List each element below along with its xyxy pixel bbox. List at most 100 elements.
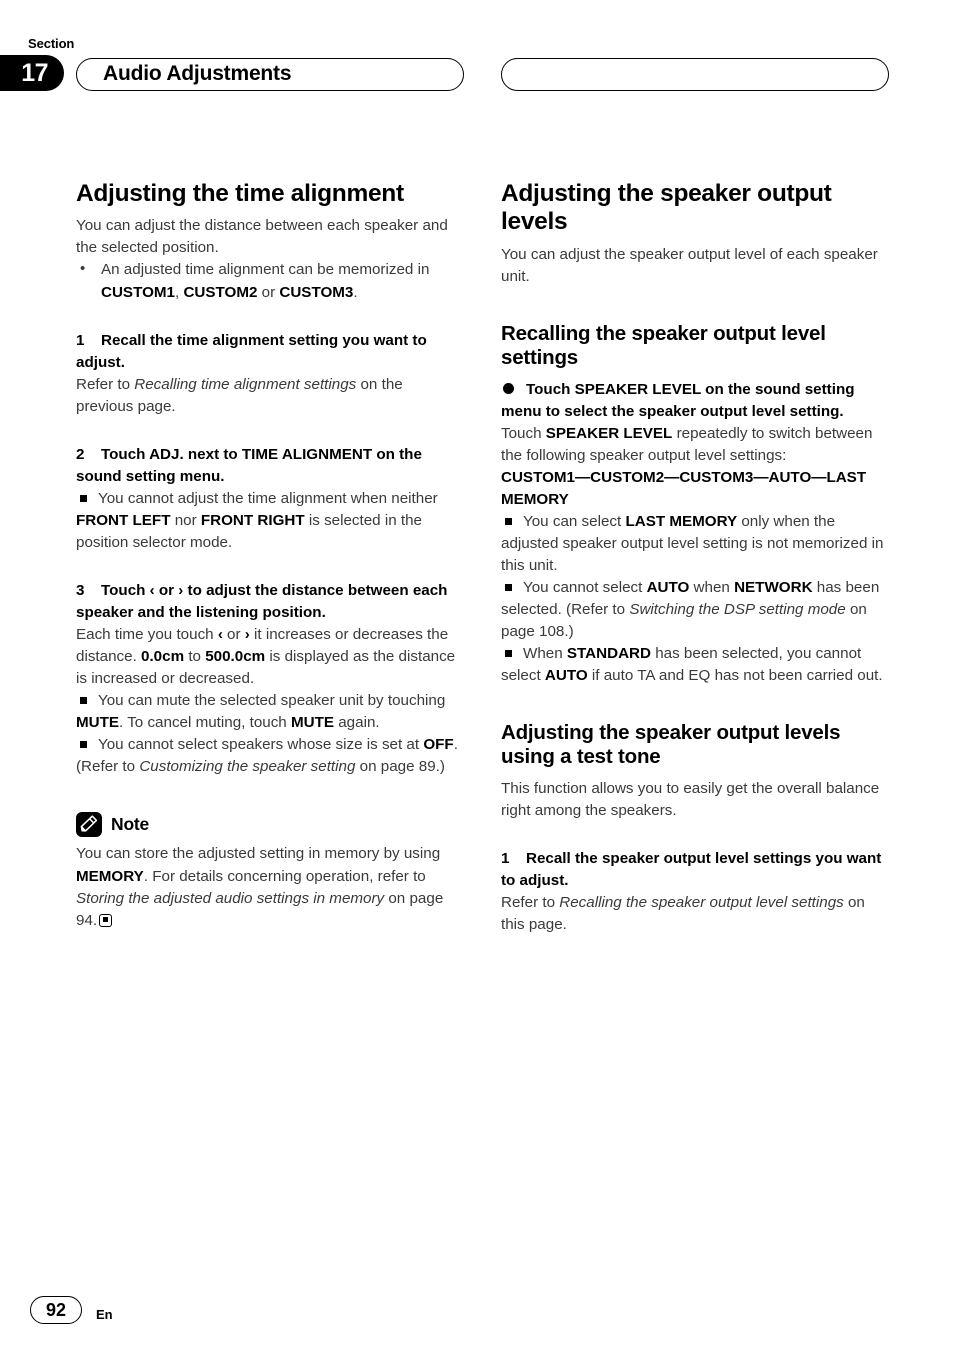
last-memory-term: LAST MEMORY <box>625 513 738 531</box>
range-separator: to <box>184 647 206 665</box>
note-pre-text: You cannot adjust the time alignment whe… <box>98 489 438 507</box>
note-pre-text: You cannot select speakers whose size is… <box>98 736 424 754</box>
section-label: Section <box>28 36 75 51</box>
step-body-pre: Refer to <box>76 375 135 393</box>
note-pre-text: You cannot select <box>523 579 647 597</box>
list-item: You can mute the selected speaker unit b… <box>76 690 460 734</box>
note-pre-text: You can select <box>523 513 626 531</box>
chapter-title: Audio Adjustments <box>103 62 292 85</box>
cross-reference-italic: Switching the DSP setting mode <box>629 601 846 619</box>
list-item: You cannot select speakers whose size is… <box>76 734 460 778</box>
square-bullet-icon <box>505 518 512 526</box>
page-header: Section 17 Audio Adjustments <box>0 0 954 130</box>
left-step-2-notes: You cannot adjust the time alignment whe… <box>76 488 460 554</box>
square-bullet-icon <box>80 494 87 502</box>
bullet-sep-2: or <box>257 283 280 301</box>
custom3-term: CUSTOM3 <box>279 283 354 301</box>
chapter-title-pill: Audio Adjustments <box>76 58 464 91</box>
step-number: 1 <box>501 850 510 868</box>
left-step-1-body: Refer to Recalling time alignment settin… <box>76 374 460 418</box>
list-item: An adjusted time alignment can be memori… <box>76 258 460 303</box>
note-body-mid: . For details concerning operation, refe… <box>143 867 426 885</box>
min-distance-value: 0.0cm <box>141 647 185 665</box>
memory-term: MEMORY <box>76 867 144 885</box>
note-body: You can store the adjusted setting in me… <box>76 843 460 931</box>
action-heading-text: Touch SPEAKER LEVEL on the sound setting… <box>501 380 855 420</box>
square-bullet-icon <box>80 741 87 749</box>
cross-reference-italic: Customizing the speaker setting <box>139 758 356 776</box>
list-item: When STANDARD has been selected, you can… <box>501 643 885 687</box>
left-step-3-heading: 3 Touch ‹ or › to adjust the distance bet… <box>76 580 460 624</box>
step-heading-text: Recall the speaker output level settings… <box>501 850 882 890</box>
subsection-title-test-tone: Adjusting the speaker output levels usin… <box>501 721 841 769</box>
front-right-term: FRONT RIGHT <box>200 511 305 529</box>
note-sep: . To cancel muting, touch <box>119 714 291 731</box>
square-bullet-icon <box>505 650 512 658</box>
round-bullet-icon <box>503 382 514 394</box>
custom2-term: CUSTOM2 <box>183 283 258 301</box>
step-number: 1 <box>76 331 85 349</box>
network-term: NETWORK <box>734 579 813 597</box>
square-bullet-icon <box>80 696 87 704</box>
note-post-text: if auto TA and EQ has not been carried o… <box>587 667 883 685</box>
right-column: Adjusting the speaker output levels You … <box>501 180 885 936</box>
speaker-level-settings-chain: CUSTOM1—CUSTOM2—CUSTOM3—AUTO—LAST MEMORY <box>501 468 867 508</box>
recall-action-list: Touch SPEAKER LEVEL on the sound setting… <box>501 379 885 423</box>
note-sep: nor <box>170 511 201 529</box>
test-tone-intro: This function allows you to easily get t… <box>501 780 880 820</box>
page-footer: 92 En <box>30 1296 113 1324</box>
step-heading-text: Touch ADJ. next to TIME ALIGNMENT on the… <box>76 445 422 485</box>
cross-reference-italic: Recalling time alignment settings <box>134 375 357 393</box>
note-pre-text: You can mute the selected speaker unit b… <box>98 691 446 709</box>
step-body-pre: Each time you touch <box>76 625 218 643</box>
step-number: 2 <box>76 445 85 463</box>
left-section-title: Adjusting the time alignment <box>76 180 404 207</box>
list-item: You cannot select AUTO when NETWORK has … <box>501 577 885 643</box>
recall-body-pre: Touch <box>501 424 546 442</box>
square-bullet-icon <box>505 584 512 592</box>
standard-term: STANDARD <box>566 645 651 663</box>
list-item: You can select LAST MEMORY only when the… <box>501 511 885 577</box>
header-right-pill <box>501 58 889 91</box>
right-step-1-body: Refer to Recalling the speaker output le… <box>501 892 885 936</box>
page-number: 92 <box>30 1296 82 1324</box>
cross-reference-italic: Storing the adjusted audio settings in m… <box>76 889 385 907</box>
left-intro-paragraph: You can adjust the distance between each… <box>76 217 448 257</box>
auto-term-2: AUTO <box>544 667 588 685</box>
step-body-or: or <box>222 625 245 643</box>
note-post-text: again. <box>334 714 380 731</box>
step-heading-pre: Touch <box>101 581 150 599</box>
auto-term: AUTO <box>646 579 690 597</box>
subsection-title-recalling: Recalling the speaker output level setti… <box>501 321 826 369</box>
language-code: En <box>96 1307 113 1322</box>
end-of-section-marker-icon <box>99 913 113 927</box>
front-left-term: FRONT LEFT <box>76 511 171 529</box>
step-body-pre: Refer to <box>501 894 560 912</box>
note-body-pre: You can store the adjusted setting in me… <box>76 845 441 863</box>
cross-reference-italic: Recalling the speaker output level setti… <box>559 894 844 912</box>
list-item: Touch SPEAKER LEVEL on the sound setting… <box>501 379 885 423</box>
recall-notes: You can select LAST MEMORY only when the… <box>501 511 885 687</box>
step-heading-or: or <box>154 581 179 599</box>
note-pre-text: When <box>523 645 567 663</box>
custom1-term: CUSTOM1 <box>101 283 175 301</box>
left-step-2-heading: 2 Touch ADJ. next to TIME ALIGNMENT on th… <box>76 444 460 488</box>
right-step-1-heading: 1 Recall the speaker output level setting… <box>501 848 885 892</box>
note-post-text: on page 89.) <box>355 758 445 776</box>
pencil-icon <box>76 812 102 838</box>
left-intro-bullet-list: An adjusted time alignment can be memori… <box>76 258 460 303</box>
bullet-post-text: . <box>353 283 358 301</box>
note-label: Note <box>111 814 150 835</box>
off-term: OFF <box>423 736 454 754</box>
note-sep: when <box>689 579 735 597</box>
right-intro-paragraph: You can adjust the speaker output level … <box>501 245 878 285</box>
section-number-badge: 17 <box>0 55 64 91</box>
left-column: Adjusting the time alignment You can adj… <box>76 180 460 932</box>
mute-term: MUTE <box>76 714 120 731</box>
mute-term-2: MUTE <box>290 714 335 731</box>
right-section-title: Adjusting the speaker output levels <box>501 180 832 236</box>
note-header: Note <box>76 812 460 838</box>
list-item: You cannot adjust the time alignment whe… <box>76 488 460 554</box>
left-step-1-heading: 1 Recall the time alignment setting you w… <box>76 330 460 374</box>
left-step-3-notes: You can mute the selected speaker unit b… <box>76 690 460 778</box>
